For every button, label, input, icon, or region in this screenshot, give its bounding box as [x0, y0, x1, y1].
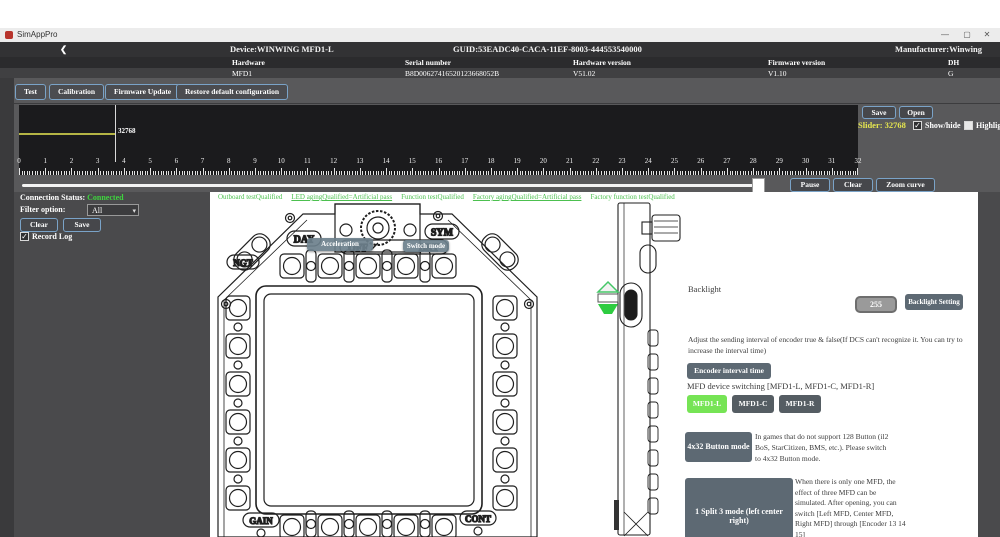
title-bar: SimAppPro — ▢ ✕: [0, 28, 1000, 43]
acceleration-button[interactable]: Acceleration: [307, 238, 373, 251]
device-guid: GUID:53EADC40-CACA-11EF-8003-44455354000…: [453, 44, 642, 54]
open-curve-button[interactable]: Open: [899, 106, 933, 119]
note-4x32: In games that do not support 128 Button …: [755, 432, 889, 463]
tab-calibration[interactable]: Calibration: [49, 84, 105, 100]
cursor-line: [115, 105, 116, 162]
encoder-note: Adjust the sending interval of encoder t…: [688, 335, 963, 355]
backlight-value-input[interactable]: 255: [855, 296, 897, 313]
switch-mode-button[interactable]: Switch mode: [403, 240, 449, 252]
connection-status-label: Connection Status:: [20, 193, 88, 202]
device-table-row[interactable]: MFD1 B8D00627416520123668052B V51.02 V1.…: [0, 68, 1000, 78]
osb-right-column: [492, 295, 518, 511]
back-button[interactable]: ❮: [60, 42, 67, 57]
filter-option-label: Filter option:: [20, 205, 66, 214]
mfd-side-view: [614, 202, 681, 537]
col-serial: Serial number: [405, 58, 452, 67]
app-title: SimAppPro: [17, 30, 58, 39]
device-name: Device:WINWING MFD1-L: [230, 44, 334, 54]
save-log-button[interactable]: Save: [63, 218, 101, 232]
record-log-label: Record Log: [32, 232, 73, 241]
minimize-icon[interactable]: —: [934, 28, 956, 42]
left-edge-strip: [0, 78, 14, 537]
show-hide-checkbox[interactable]: ✓: [913, 121, 922, 130]
split-3-mode-button[interactable]: 1 Split 3 mode (left center right): [685, 478, 793, 537]
time-ruler: 0 1 2 3 4 5 6 7 8 9 10 11 12 13 14 15 16 17 18 19 20 21 22 23 24…: [17, 157, 862, 175]
pause-button[interactable]: Pause: [790, 178, 830, 192]
tab-test[interactable]: Test: [15, 84, 47, 100]
marker-value: 32768: [118, 127, 136, 135]
col-dh: DH: [948, 58, 960, 67]
mfd1-c-button[interactable]: MFD1-C: [732, 395, 774, 413]
curve-chart[interactable]: 32768 0 1 2 3 4 5 6 7 8 9 10 11 12 13 14 15 16 17 18 19 20 21…: [17, 105, 862, 175]
tab-restore-default[interactable]: Restore default configuration: [176, 84, 289, 100]
note-split: When there is only one MFD, the effect o…: [795, 477, 906, 537]
log-sidebar: Connection Status: Connected Filter opti…: [14, 192, 210, 537]
mfd1-r-button[interactable]: MFD1-R: [779, 395, 821, 413]
chevron-down-icon: ▾: [132, 207, 136, 215]
connector-indicator-icon: [596, 280, 620, 314]
mfd-technical-drawing: OFF BRT DAY SYM NGT GAIN CONT: [217, 202, 681, 537]
zoom-curve-button[interactable]: Zoom curve: [876, 178, 935, 192]
slider-value-line: [19, 133, 115, 135]
cont-label: CONT: [465, 514, 491, 524]
close-icon[interactable]: ✕: [976, 28, 998, 42]
encoder-interval-button[interactable]: Encoder interval time: [687, 363, 771, 379]
maximize-icon[interactable]: ▢: [956, 28, 978, 42]
filter-selected-value: All: [92, 206, 103, 215]
slider-value-label: Slider: 32768: [858, 120, 906, 130]
manufacturer: Manufacturer:Winwing: [894, 44, 982, 54]
clear-curve-button[interactable]: Clear: [833, 178, 873, 192]
tab-bar: Test Calibration Firmware Update Restore…: [0, 78, 1000, 103]
osb-bottom-row: [279, 510, 457, 537]
highlight-checkbox[interactable]: [964, 121, 973, 130]
mfd-front-view: OFF BRT DAY SYM NGT GAIN CONT: [217, 203, 538, 537]
col-fw-version: Firmware version: [768, 58, 826, 67]
clear-log-button[interactable]: Clear: [20, 218, 58, 232]
button-mode-4x32[interactable]: 4x32 Button mode: [685, 432, 752, 462]
tab-firmware-update[interactable]: Firmware Update: [105, 84, 181, 100]
right-edge-strip: [978, 192, 1000, 537]
device-header: ❮ Device:WINWING MFD1-L GUID:53EADC40-CA…: [0, 42, 1000, 57]
curve-panel: 32768 0 1 2 3 4 5 6 7 8 9 10 11 12 13 14 15 16 17 18 19 20 21…: [0, 103, 1000, 194]
filter-select[interactable]: All ▾: [87, 204, 139, 216]
curve-scrollbar-track[interactable]: [22, 184, 753, 187]
gain-label: GAIN: [249, 516, 273, 526]
save-curve-button[interactable]: Save: [862, 106, 896, 119]
osb-left-column: [225, 295, 251, 511]
app-window: SimAppPro — ▢ ✕ ❮ Device:WINWING MFD1-L …: [0, 0, 1000, 537]
show-hide-label: Show/hide: [925, 121, 961, 130]
highlight-label: Highlight: [976, 121, 1000, 130]
mfd1-l-button[interactable]: MFD1-L: [687, 395, 727, 413]
sym-label: SYM: [431, 228, 454, 239]
col-hardware: Hardware: [232, 58, 265, 67]
mfd-switch-label: MFD device switching [MFD1-L, MFD1-C, MF…: [687, 381, 875, 391]
backlight-setting-button[interactable]: Backlight Setting: [905, 294, 963, 310]
app-logo-icon: [5, 31, 13, 39]
record-log-checkbox[interactable]: ✓: [20, 232, 29, 241]
connection-status-value: Connected: [87, 193, 124, 202]
osb-top-row: [279, 249, 457, 283]
col-hw-version: Hardware version: [573, 58, 631, 67]
backlight-label: Backlight: [688, 284, 722, 294]
device-table-header: Hardware Serial number Hardware version …: [0, 57, 1000, 68]
